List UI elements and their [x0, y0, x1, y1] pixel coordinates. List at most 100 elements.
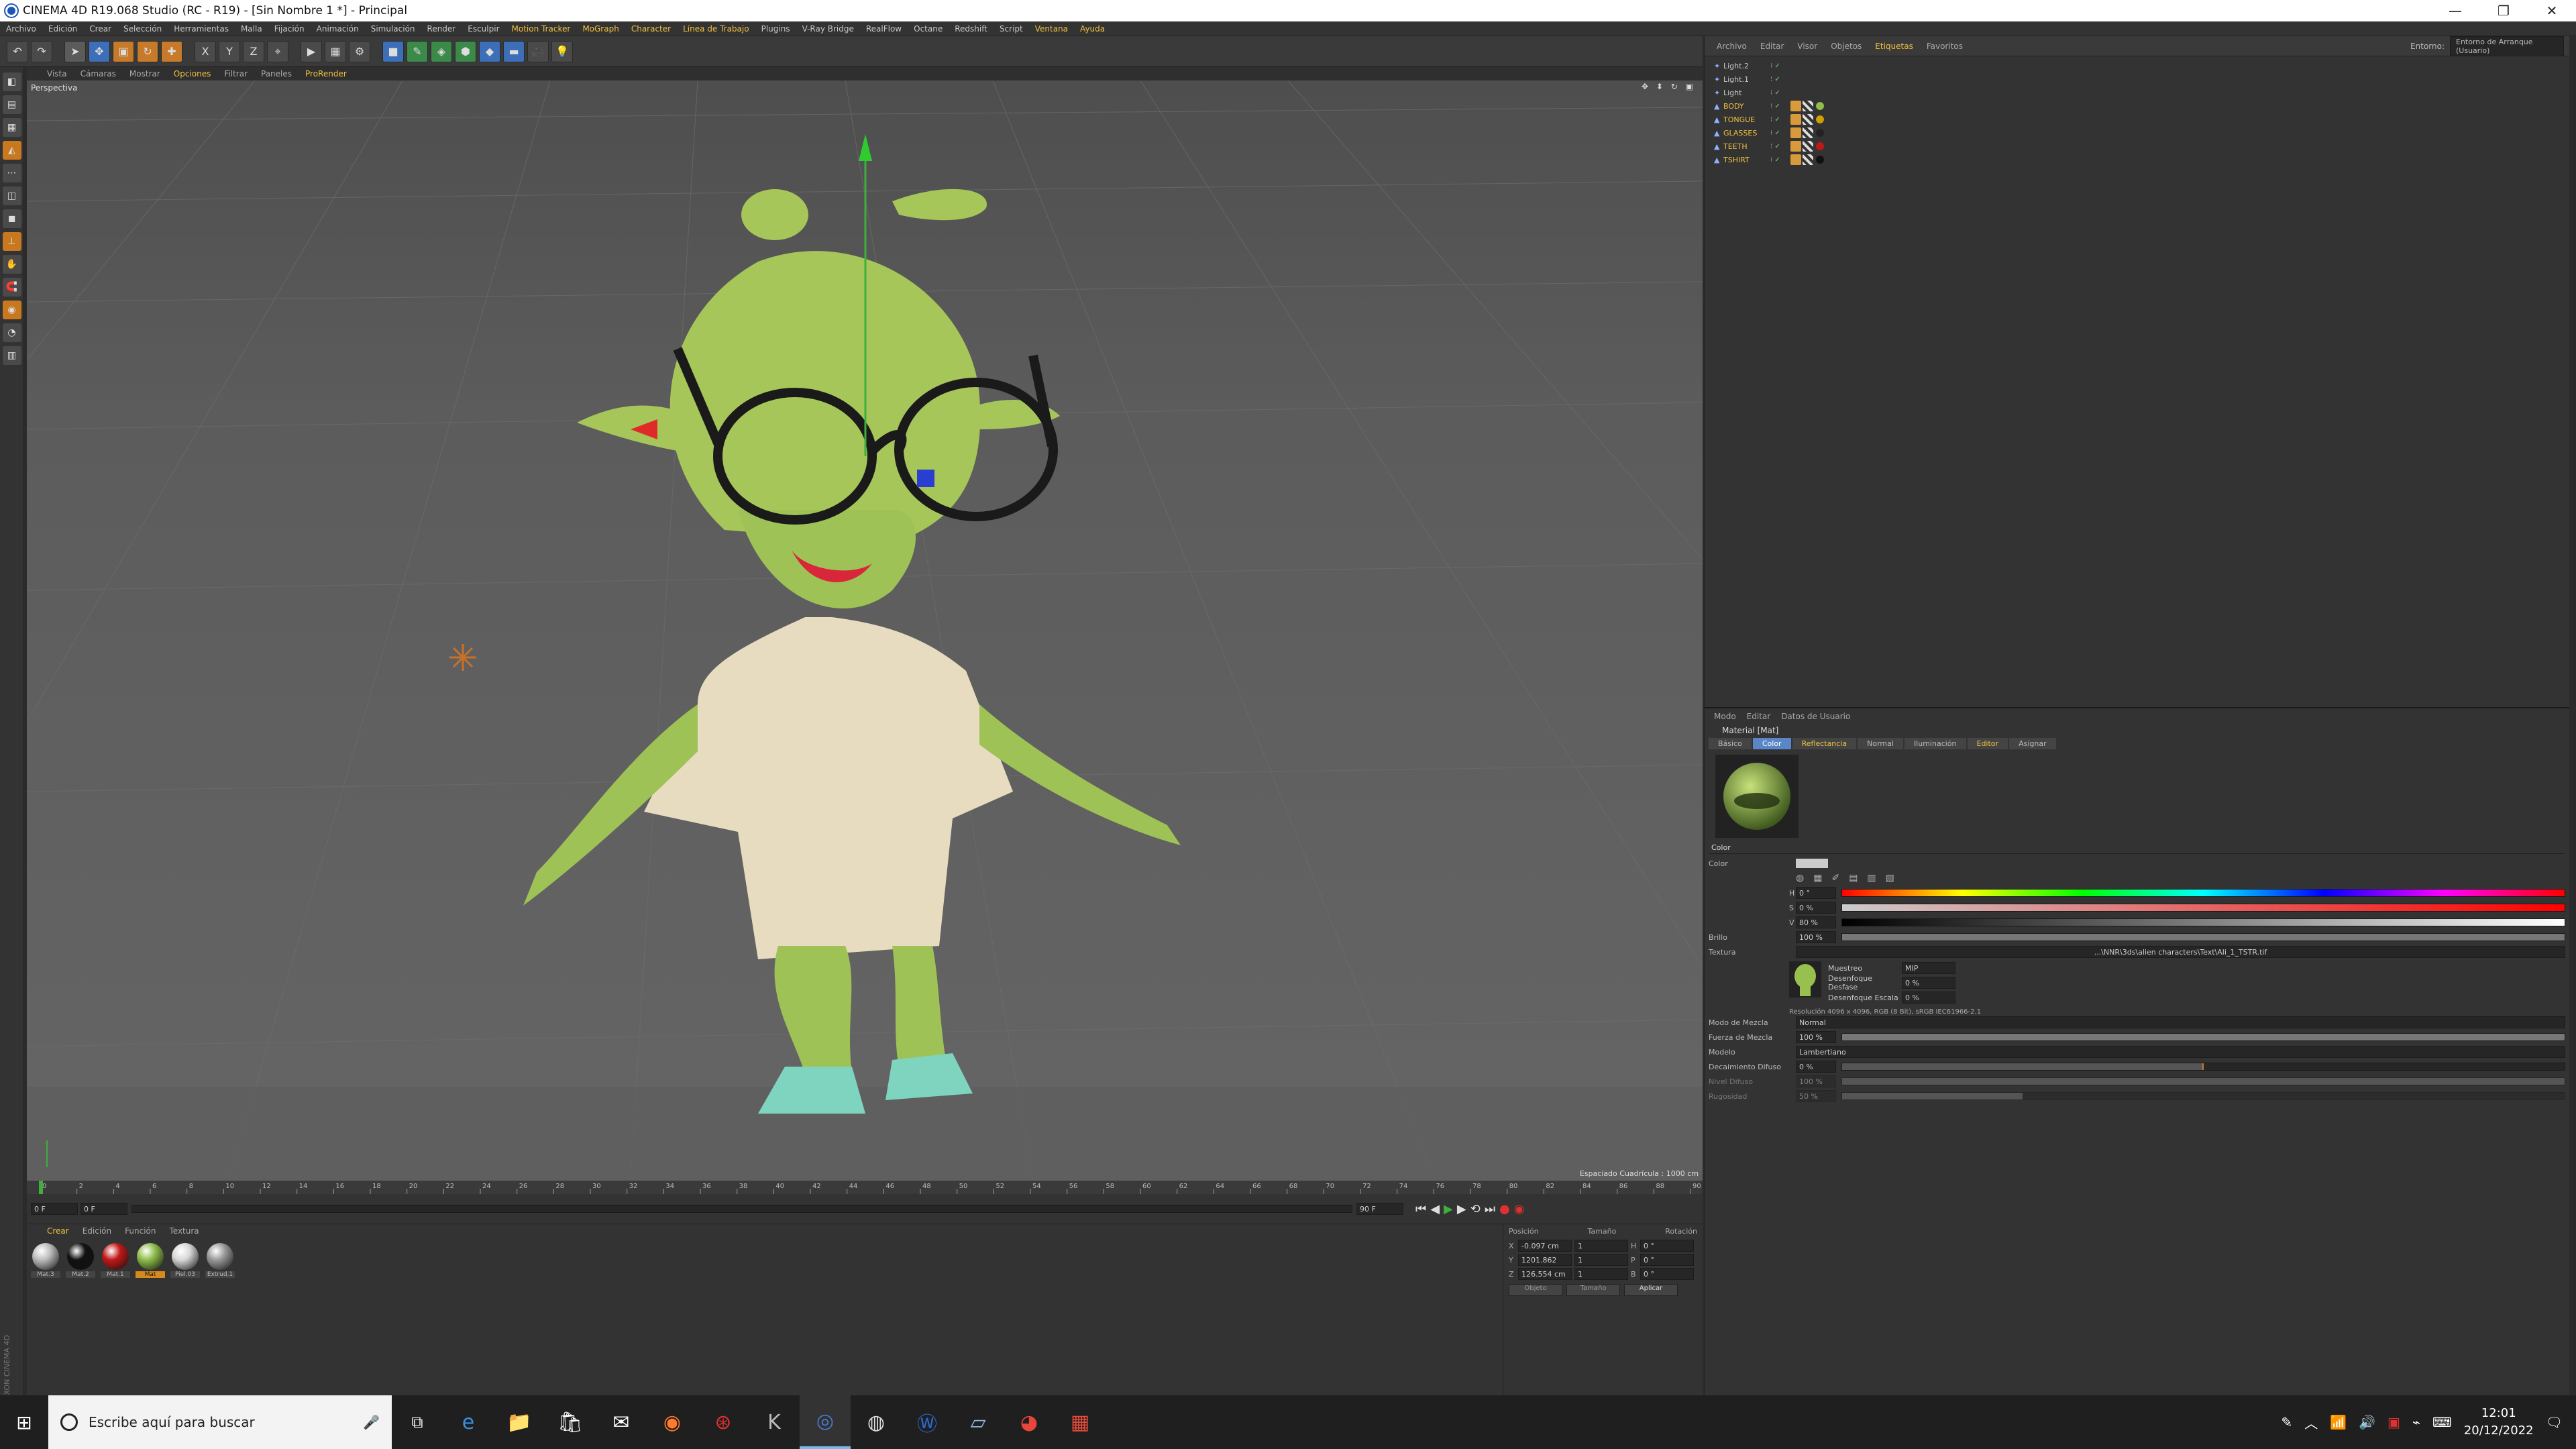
visibility-flags[interactable]: ⁝ ✓: [1770, 62, 1790, 70]
move-tool-icon[interactable]: ✥: [89, 40, 110, 62]
object-name[interactable]: Light.1: [1723, 75, 1770, 84]
rotation-field[interactable]: 0 °: [1640, 1268, 1694, 1280]
menu-render[interactable]: Render: [421, 24, 462, 34]
saturation-slider[interactable]: [1841, 904, 2565, 912]
tab-color[interactable]: Color: [1752, 738, 1791, 749]
app-red-icon[interactable]: ⊛: [698, 1395, 749, 1449]
select-tool-icon[interactable]: ➤: [64, 40, 86, 62]
recent-tool-icon[interactable]: ✚: [161, 40, 182, 62]
current-frame-field[interactable]: 0 F: [31, 1203, 78, 1215]
brightness-slider[interactable]: [1841, 933, 2565, 941]
object-row[interactable]: ▲ GLASSES ⁝ ✓: [1714, 126, 2560, 140]
visibility-flags[interactable]: ⁝ ✓: [1770, 156, 1790, 164]
menu-linea-de-trabajo[interactable]: Línea de Trabajo: [677, 24, 755, 34]
loop-icon[interactable]: ⟲: [1470, 1202, 1481, 1216]
uvw-tag-icon[interactable]: [1803, 114, 1813, 125]
polygons-mode-icon[interactable]: ◼: [2, 209, 21, 228]
material-item[interactable]: Extrud.1: [205, 1243, 235, 1278]
z-axis-lock-icon[interactable]: Z: [243, 40, 264, 62]
apply-button[interactable]: Aplicar: [1624, 1284, 1678, 1296]
kelvin-icon[interactable]: ▧: [1886, 873, 1894, 883]
points-mode-icon[interactable]: ⋯: [2, 164, 21, 182]
minimize-button[interactable]: —: [2431, 0, 2479, 21]
soft-selection-icon[interactable]: ◉: [2, 301, 21, 319]
tab-normal[interactable]: Normal: [1858, 738, 1903, 749]
spline-icon[interactable]: ✎: [407, 40, 428, 62]
model-mode-icon[interactable]: ▤: [2, 95, 21, 114]
go-to-start-icon[interactable]: ⏮: [1415, 1202, 1426, 1216]
lock-workplane-icon[interactable]: ▥: [2, 346, 21, 365]
object-name[interactable]: BODY: [1723, 102, 1770, 111]
previous-key-icon[interactable]: ◀: [1430, 1202, 1440, 1216]
material-item[interactable]: Mat.2: [66, 1243, 95, 1278]
language-icon[interactable]: ⌨: [2432, 1414, 2452, 1430]
light-icon[interactable]: 💡: [551, 40, 573, 62]
color-swatch[interactable]: [1796, 859, 1828, 868]
3d-viewport[interactable]: Perspectiva ✥ ⬍ ↻ ▣ Espaciado Cuadrícula…: [27, 80, 1703, 1181]
mograph-cloner-icon[interactable]: ⬢: [455, 40, 476, 62]
hue-slider[interactable]: [1841, 889, 2565, 897]
render-picture-viewer-icon[interactable]: ▦: [325, 40, 346, 62]
object-row[interactable]: ✦ Light.1 ⁝ ✓: [1714, 72, 2560, 86]
menu-redshift[interactable]: Redshift: [949, 24, 994, 34]
object-menu-favoritos[interactable]: Favoritos: [1920, 42, 1970, 51]
app-k-icon[interactable]: K: [749, 1395, 800, 1449]
scene-floor-icon[interactable]: ▬: [503, 40, 525, 62]
end-frame-field[interactable]: 90 F: [1356, 1203, 1403, 1215]
microphone-icon[interactable]: 🎤: [363, 1414, 380, 1430]
menu-octane[interactable]: Octane: [908, 24, 949, 34]
material-item[interactable]: Mat: [136, 1243, 165, 1278]
tab-editor[interactable]: Editor: [1967, 738, 2008, 749]
eyedropper-icon[interactable]: ✐: [1831, 873, 1839, 883]
object-name[interactable]: GLASSES: [1723, 129, 1770, 138]
diffuse-falloff-slider[interactable]: [1841, 1063, 2565, 1071]
material-menu-funcion[interactable]: Función: [118, 1226, 162, 1236]
antivirus-icon[interactable]: ▣: [2387, 1414, 2400, 1430]
object-menu-etiquetas[interactable]: Etiquetas: [1868, 42, 1920, 51]
autokey-icon[interactable]: ◉: [1514, 1202, 1525, 1216]
phong-tag-icon[interactable]: [1790, 154, 1801, 165]
object-menu-archivo[interactable]: Archivo: [1710, 42, 1754, 51]
object-name[interactable]: TEETH: [1723, 142, 1770, 151]
tab-asignar[interactable]: Asignar: [2009, 738, 2056, 749]
coordinate-mode-dropdown[interactable]: Objeto: [1509, 1284, 1562, 1296]
size-field[interactable]: 1: [1574, 1268, 1628, 1280]
playhead[interactable]: [39, 1181, 43, 1194]
edge-icon[interactable]: e: [443, 1395, 494, 1449]
viewport-menu-prorender[interactable]: ProRender: [299, 69, 354, 78]
viewport-nav-icons[interactable]: ✥ ⬍ ↻ ▣: [1642, 82, 1696, 91]
size-field[interactable]: 1: [1574, 1254, 1628, 1266]
phong-tag-icon[interactable]: [1790, 141, 1801, 152]
uvw-tag-icon[interactable]: [1803, 154, 1813, 165]
file-explorer-icon[interactable]: 📁: [494, 1395, 545, 1449]
mix-strength-slider[interactable]: [1841, 1033, 2565, 1041]
material-item[interactable]: Mat.3: [31, 1243, 60, 1278]
color-wheel-icon[interactable]: ◍: [1796, 873, 1804, 883]
phong-tag-icon[interactable]: [1790, 114, 1801, 125]
material-menu-crear[interactable]: Crear: [40, 1226, 76, 1236]
go-to-end-icon[interactable]: ⏭: [1485, 1202, 1495, 1216]
viewport-menu-opciones[interactable]: Opciones: [167, 69, 218, 78]
attribute-menu-editar[interactable]: Editar: [1741, 712, 1776, 721]
attribute-menu-modo[interactable]: Modo: [1709, 712, 1741, 721]
object-menu-editar[interactable]: Editar: [1754, 42, 1791, 51]
scale-tool-icon[interactable]: ▣: [113, 40, 134, 62]
uvw-tag-icon[interactable]: [1803, 141, 1813, 152]
axis-mode-icon[interactable]: ⊥: [2, 232, 21, 251]
hsv-icon[interactable]: ▥: [1867, 873, 1876, 883]
menu-animacion[interactable]: Animación: [311, 24, 365, 34]
render-settings-icon[interactable]: ⚙: [349, 40, 370, 62]
uvw-tag-icon[interactable]: [1803, 127, 1813, 138]
coordinate-system-icon[interactable]: ⌖: [267, 40, 288, 62]
position-field[interactable]: 126.554 cm: [1518, 1268, 1572, 1280]
next-key-icon[interactable]: ▶: [1457, 1202, 1466, 1216]
menu-ventana[interactable]: Ventana: [1029, 24, 1074, 34]
layout-dropdown[interactable]: Entorno de Arranque (Usuario): [2450, 36, 2564, 56]
value-field[interactable]: 80 %: [1796, 916, 1836, 928]
alien-character-model[interactable]: [523, 189, 1181, 1114]
spectrum-icon[interactable]: ▦: [1813, 873, 1822, 883]
cube-primitive-icon[interactable]: ■: [382, 40, 404, 62]
preview-range-slider[interactable]: [131, 1205, 1352, 1213]
firefox-icon[interactable]: ◉: [647, 1395, 698, 1449]
app-w-icon[interactable]: Ⓦ: [902, 1395, 953, 1449]
